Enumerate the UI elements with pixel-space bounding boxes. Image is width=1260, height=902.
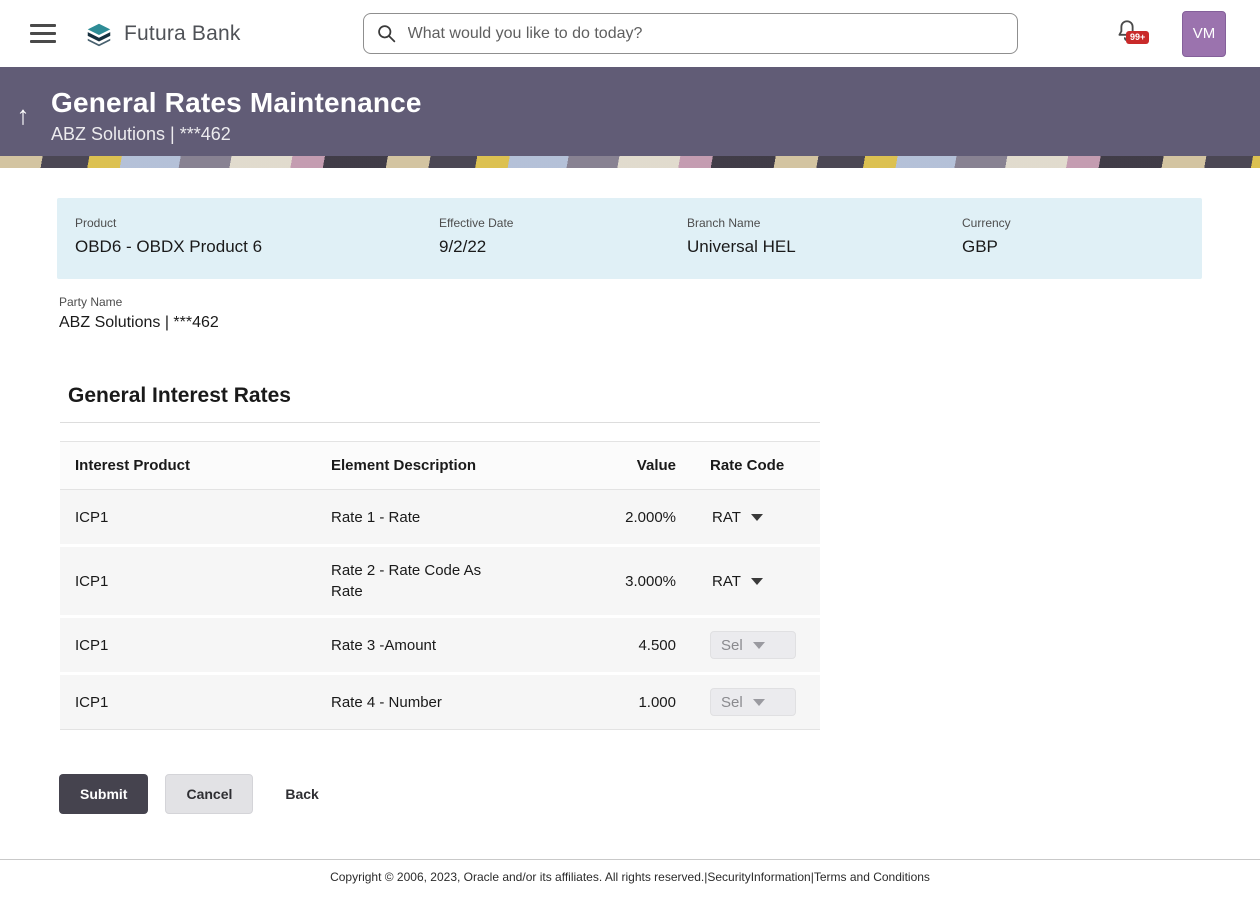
chevron-down-icon — [751, 578, 763, 585]
rate-code-select-disabled: Sel — [710, 688, 796, 716]
brand-logo[interactable]: Futura Bank — [84, 19, 241, 49]
col-interest-product: Interest Product — [60, 442, 316, 490]
global-search — [363, 13, 1018, 54]
page-footer: Copyright © 2006, 2023, Oracle and/or it… — [0, 859, 1260, 902]
cell-element-description: Rate 2 - Rate Code As Rate — [316, 546, 546, 617]
terms-and-conditions-link[interactable]: Terms and Conditions — [814, 870, 930, 884]
search-icon — [376, 23, 397, 44]
table-row: ICP1 Rate 1 - Rate 2.000% RAT — [60, 490, 820, 546]
cell-element-description: Rate 3 -Amount — [316, 617, 546, 674]
field-value: OBD6 - OBDX Product 6 — [75, 237, 439, 257]
summary-panel: Product OBD6 - OBDX Product 6 Effective … — [57, 198, 1202, 279]
avatar[interactable]: VM — [1182, 11, 1226, 57]
field-label: Effective Date — [439, 216, 687, 230]
party-name-field: Party Name ABZ Solutions | ***462 — [59, 295, 1260, 332]
decorative-collage-strip — [0, 156, 1260, 168]
summary-field-currency: Currency GBP — [962, 216, 1184, 257]
rate-code-select-disabled: Sel — [710, 631, 796, 659]
cell-rate-code: Sel — [676, 617, 820, 674]
table-row: ICP1 Rate 4 - Number 1.000 Sel — [60, 674, 820, 730]
summary-field-effective-date: Effective Date 9/2/22 — [439, 216, 687, 257]
cell-value: 2.000% — [546, 490, 676, 546]
top-bar: Futura Bank 99+ VM — [0, 0, 1260, 67]
cell-rate-code: RAT — [676, 490, 820, 546]
section-divider — [60, 422, 820, 423]
field-value: GBP — [962, 237, 1184, 257]
cell-interest-product: ICP1 — [60, 674, 316, 730]
back-button[interactable]: Back — [271, 775, 332, 813]
cell-rate-code: Sel — [676, 674, 820, 730]
brand-name: Futura Bank — [124, 22, 241, 46]
field-label: Party Name — [59, 295, 1260, 309]
section-title: General Interest Rates — [68, 384, 820, 408]
table-row: ICP1 Rate 3 -Amount 4.500 Sel — [60, 617, 820, 674]
field-label: Product — [75, 216, 439, 230]
page-title: General Rates Maintenance — [51, 87, 422, 119]
table-row: ICP1 Rate 2 - Rate Code As Rate 3.000% R… — [60, 546, 820, 617]
summary-field-branch-name: Branch Name Universal HEL — [687, 216, 962, 257]
submit-button[interactable]: Submit — [59, 774, 148, 814]
chevron-down-icon — [753, 642, 765, 649]
back-arrow-icon[interactable]: ↑ — [12, 102, 34, 128]
summary-field-product: Product OBD6 - OBDX Product 6 — [75, 216, 439, 257]
field-value: ABZ Solutions | ***462 — [59, 314, 1260, 332]
field-value: Universal HEL — [687, 237, 962, 257]
cell-element-description: Rate 1 - Rate — [316, 490, 546, 546]
cell-interest-product: ICP1 — [60, 490, 316, 546]
cell-rate-code: RAT — [676, 546, 820, 617]
rate-code-select[interactable]: RAT — [710, 567, 771, 595]
cancel-button[interactable]: Cancel — [165, 774, 253, 814]
cell-value: 4.500 — [546, 617, 676, 674]
field-label: Currency — [962, 216, 1184, 230]
general-interest-rates-section: General Interest Rates Interest Product … — [60, 384, 820, 730]
cell-interest-product: ICP1 — [60, 617, 316, 674]
rate-code-select[interactable]: RAT — [710, 503, 771, 531]
topbar-right: 99+ VM — [1114, 11, 1260, 57]
table-header-row: Interest Product Element Description Val… — [60, 442, 820, 490]
cell-interest-product: ICP1 — [60, 546, 316, 617]
notification-badge: 99+ — [1126, 31, 1149, 44]
chevron-down-icon — [753, 699, 765, 706]
cell-element-description: Rate 4 - Number — [316, 674, 546, 730]
search-input[interactable] — [363, 13, 1018, 54]
cell-value: 3.000% — [546, 546, 676, 617]
cell-value: 1.000 — [546, 674, 676, 730]
col-value: Value — [546, 442, 676, 490]
copyright-text: Copyright © 2006, 2023, Oracle and/or it… — [330, 870, 704, 884]
main-content: Product OBD6 - OBDX Product 6 Effective … — [0, 168, 1260, 859]
page-subtitle: ABZ Solutions | ***462 — [51, 124, 422, 145]
field-label: Branch Name — [687, 216, 962, 230]
hamburger-menu-icon[interactable] — [30, 19, 56, 48]
field-value: 9/2/22 — [439, 237, 687, 257]
col-element-description: Element Description — [316, 442, 546, 490]
chevron-down-icon — [751, 514, 763, 521]
security-information-link[interactable]: SecurityInformation — [707, 870, 810, 884]
futura-bank-logo-icon — [84, 19, 114, 49]
page-header-banner: ↑ General Rates Maintenance ABZ Solution… — [0, 67, 1260, 168]
col-rate-code: Rate Code — [676, 442, 820, 490]
rates-table: Interest Product Element Description Val… — [60, 441, 820, 730]
form-actions: Submit Cancel Back — [59, 774, 1260, 814]
notifications-button[interactable]: 99+ — [1114, 18, 1140, 49]
